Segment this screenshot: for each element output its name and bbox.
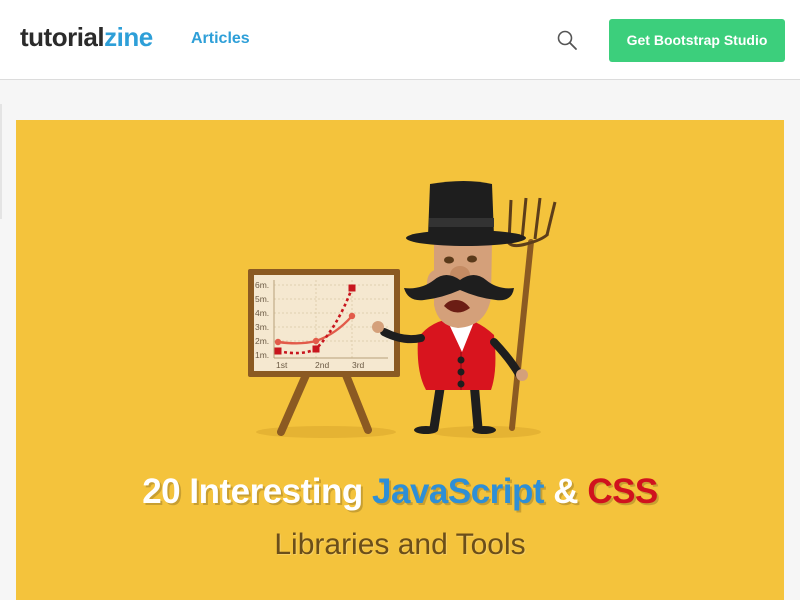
logo-text-zine: zine [104,22,153,52]
title-part-css: CSS [587,472,658,511]
search-icon [557,30,577,50]
easel-legs [277,371,372,436]
featured-article-banner[interactable]: 6m. 5m. 4m. 3m. 2m. 1m. 1st 2nd 3rd 20 I… [16,120,784,600]
title-part-javascript: JavaScript [372,472,545,511]
nav-link-articles[interactable]: Articles [191,30,250,48]
chart-x-label: 1st [276,360,288,370]
title-part-prefix: 20 Interesting [142,472,373,511]
chart-x-label: 3rd [352,360,365,370]
title-part-ampersand: & [544,472,588,511]
top-navbar: tutorialzine Articles Get Bootstrap Stud… [0,0,800,80]
chart-y-label: 6m. [255,280,269,290]
logo-text-tutorial: tutorial [20,22,105,52]
get-bootstrap-studio-button[interactable]: Get Bootstrap Studio [609,19,785,62]
chart-y-label: 4m. [255,308,269,318]
chart-y-label: 1m. [255,350,269,360]
article-subtitle: Libraries and Tools [274,528,526,561]
chart-x-label: 2nd [315,360,329,370]
article-title: 20 Interesting JavaScript & CSS [16,472,784,512]
site-logo[interactable]: tutorialzine [20,22,153,53]
chart-y-label: 3m. [255,322,269,332]
chart-y-label: 5m. [255,294,269,304]
side-edge-tab [0,104,2,219]
chart-y-label: 2m. [255,336,269,346]
pitchfork [506,197,557,431]
search-button[interactable] [555,28,579,52]
